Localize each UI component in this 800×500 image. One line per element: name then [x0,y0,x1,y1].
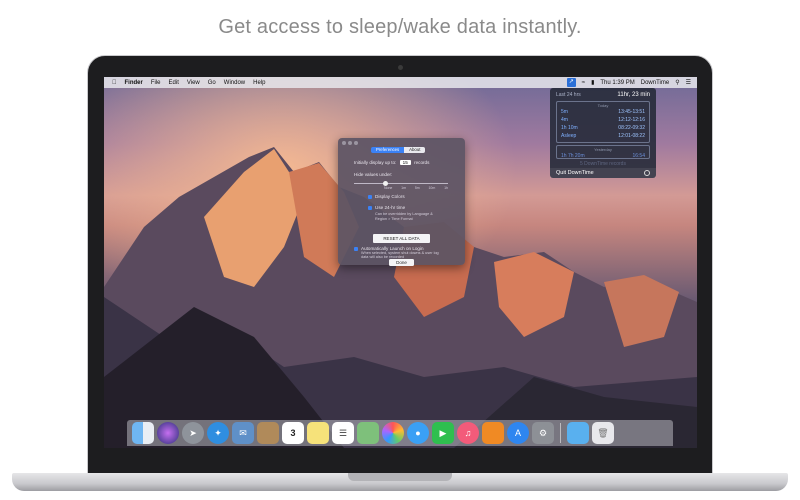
window-controls [342,141,358,145]
reset-all-data-button[interactable]: RESET ALL DATA [373,234,430,243]
trash-icon[interactable]: 🗑 [592,422,614,444]
today-section: Today 5m 13:45-13:51 4m 12:12-12:16 1h 10m… [556,101,650,143]
hide-values-slider[interactable] [354,181,448,186]
notes-icon[interactable] [307,422,329,444]
downtime-status-icon[interactable]: ↗ [566,78,576,87]
display-count-row: Initially display up to: 15 records [354,160,430,165]
list-item[interactable]: 4m 12:12-12:16 [557,116,649,124]
menu-go[interactable]: Go [208,80,216,86]
record-count-stepper[interactable]: 15 [399,160,411,165]
wifi-icon[interactable]: ≈ [582,80,585,86]
done-button[interactable]: Done [389,259,414,266]
notification-center-icon[interactable]: ☰ [686,79,691,86]
quit-row: Quit DownTime [550,168,656,178]
zoom-icon[interactable] [354,141,358,145]
gear-icon[interactable] [644,170,650,176]
tab-bar: Preferences About [371,147,426,153]
laptop-notch [348,473,452,481]
display-colors-checkbox[interactable] [368,194,372,199]
quit-button[interactable]: Quit DownTime [556,170,594,176]
battery-icon[interactable]: ▮ [591,79,594,86]
facetime-icon[interactable]: ▶ [432,422,454,444]
use-24hr-note: Can be overridden by Language & [375,212,433,216]
menu-help[interactable]: Help [253,80,265,86]
yesterday-section: Yesterday 1h 7h 20m 16:54 [556,145,650,159]
siri-icon[interactable] [157,422,179,444]
use-24hr-checkbox[interactable] [368,205,372,210]
calendar-icon[interactable]: 3 [282,422,304,444]
menubar-app-name[interactable]: DownTime [641,80,669,86]
minimize-icon[interactable] [348,141,352,145]
list-item[interactable]: Asleep 12:01-08:22 [557,132,649,140]
display-colors-option[interactable]: Display Colors [368,194,405,199]
downtime-menu: Last 24 hrs 11hr, 23 min Today 5m 13:45-1… [550,88,656,178]
use-24hr-note-2: Region > Time Format [375,217,413,221]
slider-ticks: None 1m 5m 10m 1h [384,186,448,190]
headline: Get access to sleep/wake data instantly. [218,16,582,38]
more-records: 5 DownTime records [580,161,626,167]
photos-icon[interactable] [382,422,404,444]
appstore-icon[interactable]: A [507,422,529,444]
use-24hr-option[interactable]: Use 24-hr time [368,205,405,210]
list-item[interactable]: 1h 10m 08:22-09:32 [557,124,649,132]
dropdown-period-label: Last 24 hrs [556,92,581,98]
safari-icon[interactable]: ✦ [207,422,229,444]
music-icon[interactable]: ♫ [457,422,479,444]
tab-about[interactable]: About [404,147,426,153]
auto-launch-checkbox[interactable] [354,246,358,251]
preferences-window: Preferences About Initially display up t… [338,138,465,266]
dock-separator [560,423,561,443]
screen:  Finder File Edit View Go Window Help ↗… [104,77,697,448]
reminders-icon[interactable]: ☰ [332,422,354,444]
menubar-status: ↗ ≈ ▮ Thu 1:39 PM DownTime ⚲ ☰ [566,77,691,88]
tab-preferences[interactable]: Preferences [371,147,405,153]
books-icon[interactable] [482,422,504,444]
contacts-icon[interactable] [257,422,279,444]
messages-icon[interactable]: ● [407,422,429,444]
folder-icon[interactable] [567,422,589,444]
list-item[interactable]: 1h 7h 20m 16:54 [557,152,649,160]
menu-window[interactable]: Window [224,80,245,86]
mail-icon[interactable]: ✉ [232,422,254,444]
camera-icon [398,65,403,70]
settings-icon[interactable]: ⚙ [532,422,554,444]
dock: ➤ ✦ ✉ 3 ☰ ● ▶ ♫ A ⚙ 🗑 [127,420,673,446]
menu-view[interactable]: View [187,80,200,86]
menu-edit[interactable]: Edit [169,80,179,86]
maps-icon[interactable] [357,422,379,444]
search-icon[interactable]: ⚲ [675,79,679,86]
menu-finder[interactable]: Finder [125,80,143,86]
hide-values-label: Hide values under: [354,172,393,177]
menu-file[interactable]: File [151,80,161,86]
apple-icon[interactable]:  [112,80,117,86]
finder-icon[interactable] [132,422,154,444]
close-icon[interactable] [342,141,346,145]
list-item[interactable]: 5m 13:45-13:51 [557,108,649,116]
launchpad-icon[interactable]: ➤ [182,422,204,444]
dropdown-total: 11hr, 23 min [617,92,650,98]
clock[interactable]: Thu 1:39 PM [600,80,634,86]
menubar:  Finder File Edit View Go Window Help ↗… [104,77,697,88]
